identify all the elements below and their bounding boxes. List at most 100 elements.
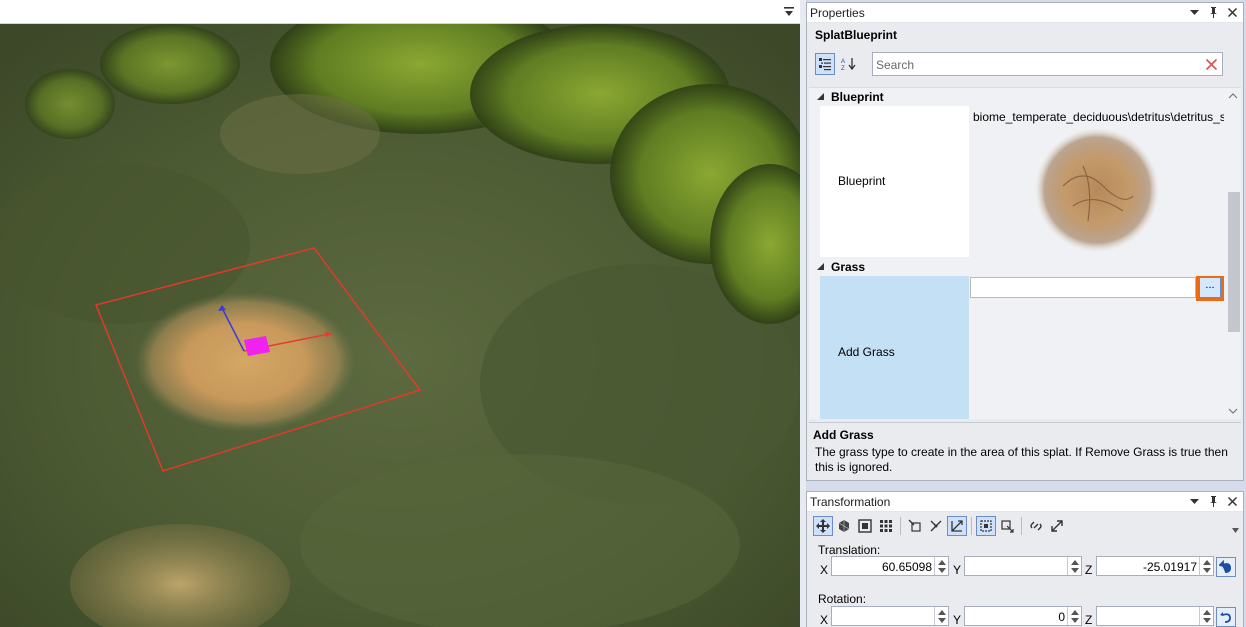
reset-translation-button[interactable] [1216, 557, 1236, 577]
spinner[interactable] [934, 557, 948, 575]
collapse-arrow-icon[interactable] [817, 263, 825, 271]
browse-button[interactable]: ... [1196, 276, 1224, 301]
spin-down-icon[interactable] [938, 618, 946, 623]
clear-search-icon[interactable] [1205, 58, 1218, 71]
spinner[interactable] [1067, 607, 1081, 625]
terrain-scene[interactable] [0, 24, 800, 627]
spin-down-icon[interactable] [938, 568, 946, 573]
add-grass-field[interactable] [970, 277, 1196, 298]
spinner[interactable] [1199, 607, 1213, 625]
categorized-icon [819, 58, 831, 71]
translation-y-input[interactable] [964, 556, 1082, 576]
search-input[interactable] [876, 56, 1196, 73]
rotate-tool-button[interactable] [834, 516, 854, 536]
spin-up-icon[interactable] [938, 610, 946, 615]
toolbar-overflow-icon[interactable] [1232, 528, 1239, 533]
axis-y-label: Y [953, 613, 962, 627]
editor-window: Properties SplatBlueprint A Z Search Blu… [0, 0, 1246, 627]
blueprint-thumbnail [1035, 128, 1159, 252]
property-name-blueprint[interactable]: Blueprint [820, 106, 969, 257]
undo-icon [1220, 612, 1231, 623]
spinner[interactable] [934, 607, 948, 625]
spin-down-icon[interactable] [1071, 618, 1079, 623]
transformation-panel: Transformation Translation: X 60.65098 Y… [806, 491, 1244, 627]
rotation-row: X Y Z [818, 606, 1238, 627]
local-space-button[interactable] [905, 516, 925, 536]
reset-rotation-button[interactable] [1216, 607, 1236, 627]
rotation-x-field[interactable] [834, 609, 932, 624]
grid-icon [880, 520, 892, 532]
scene-viewport[interactable] [0, 0, 800, 627]
pivot-space-button[interactable] [947, 516, 967, 536]
vertical-scrollbar[interactable] [1224, 88, 1241, 419]
property-value-blueprint[interactable]: biome_temperate_deciduous\detritus\detri… [969, 106, 1225, 257]
category-label: Grass [831, 260, 866, 274]
category-blueprint[interactable]: Blueprint [809, 88, 1223, 106]
properties-header: Properties [807, 3, 1243, 23]
spinner[interactable] [1067, 557, 1081, 575]
move-tool-button[interactable] [813, 516, 833, 536]
scroll-up-icon[interactable] [1228, 92, 1238, 100]
property-label: Blueprint [838, 174, 886, 188]
spin-up-icon[interactable] [1203, 610, 1211, 615]
rotation-z-field[interactable] [1099, 609, 1197, 624]
scroll-thumb[interactable] [1228, 192, 1240, 332]
rotation-z-input[interactable] [1096, 606, 1214, 626]
translation-z-field[interactable] [1099, 559, 1197, 574]
spin-up-icon[interactable] [1203, 560, 1211, 565]
viewport-toolbar [0, 0, 800, 24]
expand-diagonal-icon [1051, 520, 1063, 532]
world-space-button[interactable] [926, 516, 946, 536]
description-title: Add Grass [813, 428, 874, 442]
snap-to-object-button[interactable] [997, 516, 1017, 536]
scroll-down-icon[interactable] [1228, 407, 1238, 415]
category-grass[interactable]: Grass [809, 258, 1223, 276]
search-box[interactable] [872, 52, 1223, 76]
spin-up-icon[interactable] [938, 560, 946, 565]
spin-down-icon[interactable] [1203, 568, 1211, 573]
scale-tool-button[interactable] [855, 516, 875, 536]
collapse-arrow-icon[interactable] [817, 93, 825, 101]
world-axis-icon [930, 520, 942, 532]
dropdown-arrow-icon[interactable] [784, 6, 794, 18]
translation-x-field[interactable] [834, 559, 932, 574]
translation-y-field[interactable] [967, 559, 1065, 574]
description-text: The grass type to create in the area of … [815, 445, 1228, 474]
spin-down-icon[interactable] [1071, 568, 1079, 573]
rotation-y-field[interactable] [967, 609, 1065, 624]
transformation-toolbar [813, 516, 1067, 536]
spin-up-icon[interactable] [1071, 610, 1079, 615]
close-icon[interactable] [1226, 6, 1239, 19]
axis-z-label: Z [1085, 613, 1093, 627]
alphabetical-view-button[interactable]: A Z [839, 53, 859, 75]
dropdown-arrow-icon[interactable] [1188, 6, 1201, 19]
snap-grid-icon [980, 520, 992, 532]
translation-z-input[interactable] [1096, 556, 1214, 576]
property-name-add-grass[interactable]: Add Grass [820, 276, 969, 419]
spin-down-icon[interactable] [1203, 618, 1211, 623]
close-icon[interactable] [1226, 495, 1239, 508]
property-label: Add Grass [838, 345, 895, 359]
spin-up-icon[interactable] [1071, 560, 1079, 565]
expand-button[interactable] [1047, 516, 1067, 536]
spinner[interactable] [1199, 557, 1213, 575]
pin-icon[interactable] [1207, 6, 1220, 19]
rotation-x-input[interactable] [831, 606, 949, 626]
dropdown-arrow-icon[interactable] [1188, 495, 1201, 508]
translation-x-input[interactable] [831, 556, 949, 576]
svg-text:Z: Z [841, 66, 845, 71]
link-button[interactable] [1026, 516, 1046, 536]
grid-snap-button[interactable] [876, 516, 896, 536]
pin-icon[interactable] [1207, 495, 1220, 508]
snap-to-grid-button[interactable] [976, 516, 996, 536]
rotation-y-input[interactable] [964, 606, 1082, 626]
properties-toolbar: A Z [815, 53, 859, 77]
link-icon [1030, 521, 1042, 531]
categorized-view-button[interactable] [815, 53, 835, 75]
object-type-label: SplatBlueprint [815, 28, 898, 42]
property-value-add-grass: ... [969, 276, 1225, 419]
axis-x-label: X [820, 563, 829, 577]
toolbar-separator [1021, 517, 1022, 535]
local-axis-icon [908, 519, 921, 532]
properties-panel: Properties SplatBlueprint A Z Search Blu… [806, 2, 1244, 481]
